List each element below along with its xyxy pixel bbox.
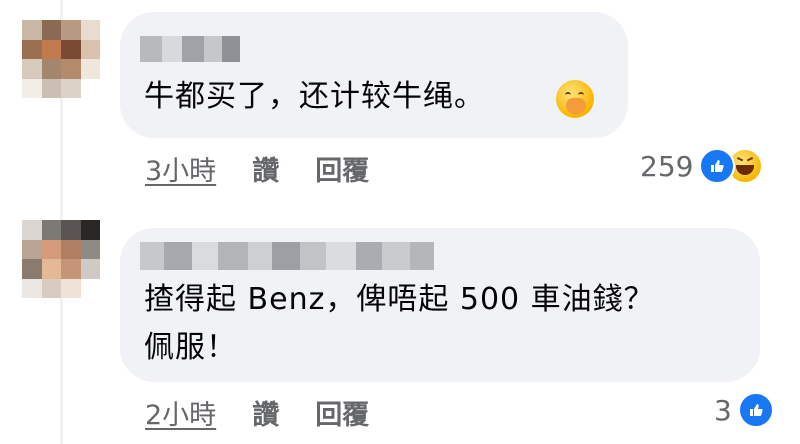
comment-text-line: 佩服！ xyxy=(144,330,237,365)
like-icon xyxy=(699,148,736,184)
comment-bubble: 牛都买了，还计较牛绳。 xyxy=(120,12,628,138)
hand-over-mouth-emoji xyxy=(556,80,594,118)
comment-text-line: 揸得起 Benz，俾唔起 500 車油錢？ xyxy=(144,282,655,317)
commenter-name[interactable] xyxy=(140,242,434,270)
comment-text: 牛都买了，还计较牛绳。 xyxy=(144,70,485,124)
timestamp-link[interactable]: 3小時 xyxy=(145,149,216,188)
comment-actions: 3小時 讚 回覆 xyxy=(145,148,405,188)
comment-bubble: 揸得起 Benz，俾唔起 500 車油錢？ 佩服！ xyxy=(120,228,760,382)
avatar[interactable] xyxy=(22,220,100,298)
like-icon xyxy=(737,392,774,428)
reaction-summary[interactable]: 3 xyxy=(714,390,774,430)
like-button[interactable]: 讚 xyxy=(252,393,279,432)
comment-text-line: 牛都买了，还计较牛绳。 xyxy=(144,79,485,114)
reply-button[interactable]: 回覆 xyxy=(315,393,369,432)
reaction-count: 3 xyxy=(714,393,732,427)
reaction-count: 259 xyxy=(640,149,694,183)
reaction-summary[interactable]: 259 xyxy=(640,146,764,186)
comment-text: 揸得起 Benz，俾唔起 500 車油錢？ 佩服！ xyxy=(144,276,655,372)
timestamp-link[interactable]: 2小時 xyxy=(145,393,216,432)
commenter-name[interactable] xyxy=(140,36,240,62)
comment-actions: 2小時 讚 回覆 xyxy=(145,392,405,432)
reply-button[interactable]: 回覆 xyxy=(315,149,369,188)
avatar[interactable] xyxy=(22,20,100,98)
like-button[interactable]: 讚 xyxy=(252,149,279,188)
